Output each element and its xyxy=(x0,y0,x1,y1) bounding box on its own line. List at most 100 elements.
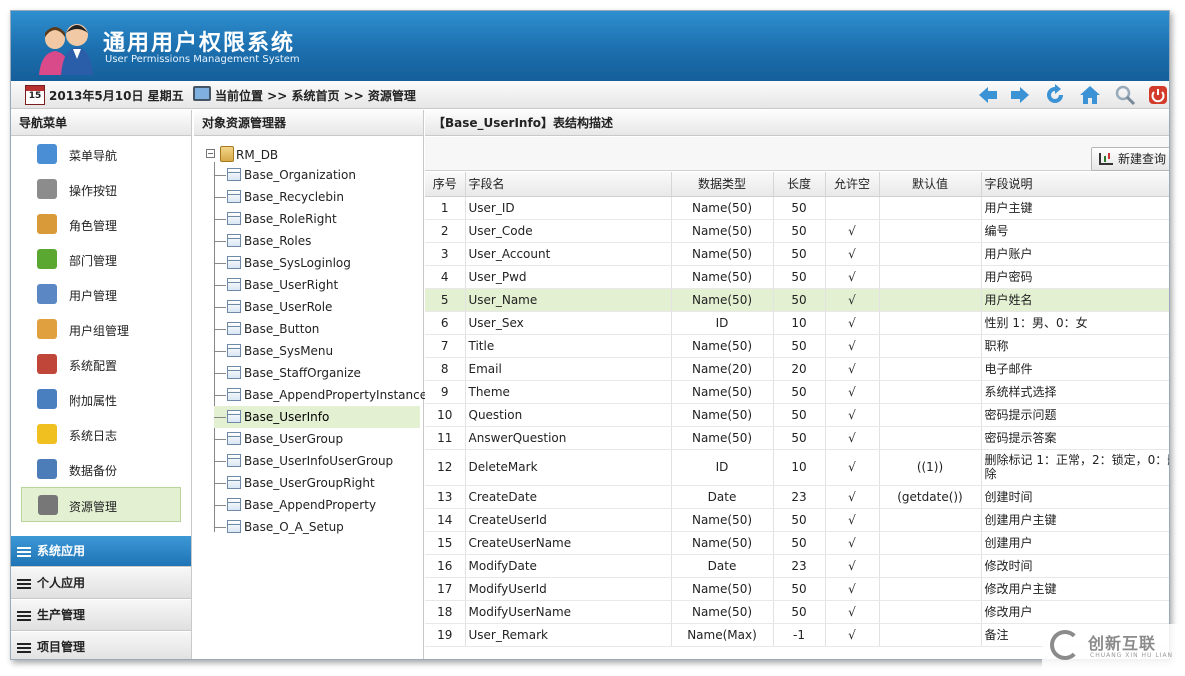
column-header[interactable]: 字段说明 xyxy=(981,172,1169,197)
table-cell: ModifyDate xyxy=(465,554,672,578)
arrow-right-icon[interactable] xyxy=(1009,84,1031,106)
table-cell xyxy=(879,577,982,601)
table-row[interactable]: 3 User_Account Name(50) 50 √ 用户账户 xyxy=(425,242,1169,266)
tree-branch xyxy=(214,439,226,440)
table-row[interactable]: 14 CreateUserId Name(50) 50 √ 创建用户主键 xyxy=(425,508,1169,532)
table-cell: 14 xyxy=(425,508,466,532)
table-cell xyxy=(879,357,982,381)
new-query-button[interactable]: 新建查询 xyxy=(1091,147,1169,171)
nav-item[interactable]: 系统配置 xyxy=(11,347,191,382)
nav-item[interactable]: 资源管理 xyxy=(21,487,181,522)
table-cell: Name(50) xyxy=(671,380,774,404)
tree-item[interactable]: Base_AppendProperty xyxy=(214,494,420,516)
table-cell: 8 xyxy=(425,357,466,381)
table-cell: Name(50) xyxy=(671,288,774,312)
nav-item[interactable]: 附加属性 xyxy=(11,382,191,417)
nav-section[interactable]: 项目管理 xyxy=(11,632,191,659)
nav-item[interactable]: 系统日志 xyxy=(11,417,191,452)
table-row[interactable]: 18 ModifyUserName Name(50) 50 √ 修改用户 xyxy=(425,600,1169,624)
table-cell: Name(50) xyxy=(671,600,774,624)
table-cell: Question xyxy=(465,403,672,427)
table-icon xyxy=(227,168,241,181)
table-row[interactable]: 15 CreateUserName Name(50) 50 √ 创建用户 xyxy=(425,531,1169,555)
table-row[interactable]: 8 Email Name(20) 20 √ 电子邮件 xyxy=(425,357,1169,381)
nav-item[interactable]: 数据备份 xyxy=(11,452,191,487)
collapse-icon[interactable]: − xyxy=(206,149,215,158)
top-toolbar: 15 2013年5月10日 星期五 当前位置 >> 系统首页 >> 资源管理 xyxy=(11,81,1169,109)
table-row[interactable]: 1 User_ID Name(50) 50 用户主键 xyxy=(425,196,1169,220)
table-row[interactable]: 9 Theme Name(50) 50 √ 系统样式选择 xyxy=(425,380,1169,404)
table-row[interactable]: 7 Title Name(50) 50 √ 职称 xyxy=(425,334,1169,358)
tree-item[interactable]: Base_UserRole xyxy=(214,296,420,318)
nav-item[interactable]: 菜单导航 xyxy=(11,137,191,172)
tree-item-label: Base_UserInfo xyxy=(244,410,330,424)
table-row[interactable]: 12 DeleteMark ID 10 √ ((1)) 删除标记 1：正常，2：锁定，0：删… xyxy=(425,449,1169,486)
tree-item[interactable]: Base_UserRight xyxy=(214,274,420,296)
tree-item[interactable]: Base_Recyclebin xyxy=(214,186,420,208)
table-cell: √ xyxy=(825,357,880,381)
tree-item[interactable]: Base_UserGroupRight xyxy=(214,472,420,494)
tree-item[interactable]: Base_AppendPropertyInstance xyxy=(214,384,427,406)
arrow-left-icon[interactable] xyxy=(977,84,999,106)
nav-item[interactable]: 操作按钮 xyxy=(11,172,191,207)
nav-section-label: 系统应用 xyxy=(37,544,86,558)
column-header[interactable]: 长度 xyxy=(773,172,826,197)
column-header[interactable]: 数据类型 xyxy=(671,172,774,197)
table-cell: Title xyxy=(465,334,672,358)
tree-item[interactable]: Base_O_A_Setup xyxy=(214,516,420,538)
nav-item[interactable]: 用户管理 xyxy=(11,277,191,312)
table-cell: 10 xyxy=(425,403,466,427)
nav-panel: 导航菜单 菜单导航 操作按钮 角色管理 部门管理 用户管理 用户组管理 系统配置 附加属性 系统… xyxy=(11,110,192,659)
table-cell: 创建用户 xyxy=(981,531,1169,555)
table-icon xyxy=(227,278,241,291)
table-row[interactable]: 10 Question Name(50) 50 √ 密码提示问题 xyxy=(425,403,1169,427)
tree-item[interactable]: Base_StaffOrganize xyxy=(214,362,420,384)
table-cell: 50 xyxy=(773,242,826,266)
table-cell: 5 xyxy=(425,288,466,312)
tree-item[interactable]: Base_UserInfo xyxy=(214,406,420,428)
refresh-icon[interactable] xyxy=(1044,84,1066,106)
tree-branch xyxy=(214,461,226,462)
tree-item[interactable]: Base_UserInfoUserGroup xyxy=(214,450,420,472)
tree-item[interactable]: Base_SysLoginlog xyxy=(214,252,420,274)
table-row[interactable]: 5 User_Name Name(50) 50 √ 用户姓名 xyxy=(425,288,1169,312)
power-icon[interactable] xyxy=(1147,84,1169,106)
table-row[interactable]: 6 User_Sex ID 10 √ 性别 1：男、0：女 xyxy=(425,311,1169,335)
tree-item[interactable]: Base_Organization xyxy=(214,164,420,186)
nav-item-label: 数据备份 xyxy=(69,464,118,478)
column-header[interactable]: 序号 xyxy=(425,172,466,197)
nav-item[interactable]: 部门管理 xyxy=(11,242,191,277)
table-cell: Name(50) xyxy=(671,196,774,220)
table-row[interactable]: 4 User_Pwd Name(50) 50 √ 用户密码 xyxy=(425,265,1169,289)
column-header[interactable]: 字段名 xyxy=(465,172,672,197)
column-header[interactable]: 默认值 xyxy=(879,172,982,197)
table-body: 1 User_ID Name(50) 50 用户主键 2 User_Code Name(50)… xyxy=(425,196,1169,647)
tree-item[interactable]: Base_Button xyxy=(214,318,420,340)
table-cell xyxy=(879,242,982,266)
table-cell: -1 xyxy=(773,623,826,647)
table-row[interactable]: 16 ModifyDate Date 23 √ 修改时间 xyxy=(425,554,1169,578)
tree-item[interactable]: Base_RoleRight xyxy=(214,208,420,230)
nav-item[interactable]: 用户组管理 xyxy=(11,312,191,347)
tree-item[interactable]: Base_UserGroup xyxy=(214,428,420,450)
table-row[interactable]: 17 ModifyUserId Name(50) 50 √ 修改用户主键 xyxy=(425,577,1169,601)
table-row[interactable]: 13 CreateDate Date 23 √ (getdate()) 创建时间 xyxy=(425,485,1169,509)
tree-item[interactable]: Base_SysMenu xyxy=(214,340,420,362)
structure-table: 序号 字段名 数据类型 长度 允许空 默认值 字段说明 1 User_ID Name(50) 50… xyxy=(425,172,1169,647)
table-cell: √ xyxy=(825,334,880,358)
tree-item[interactable]: Base_Roles xyxy=(214,230,420,252)
search-icon[interactable] xyxy=(1114,84,1136,106)
table-cell: 性别 1：男、0：女 xyxy=(981,311,1169,335)
column-header[interactable]: 允许空 xyxy=(825,172,880,197)
table-row[interactable]: 2 User_Code Name(50) 50 √ 编号 xyxy=(425,219,1169,243)
table-row[interactable]: 11 AnswerQuestion Name(50) 50 √ 密码提示答案 xyxy=(425,426,1169,450)
tree-item-label: Base_UserRole xyxy=(244,300,333,314)
table-cell: 职称 xyxy=(981,334,1169,358)
nav-item[interactable]: 角色管理 xyxy=(11,207,191,242)
home-icon[interactable] xyxy=(1079,84,1101,106)
table-cell: 19 xyxy=(425,623,466,647)
nav-section[interactable]: 个人应用 xyxy=(11,568,191,599)
nav-section[interactable]: 系统应用 xyxy=(11,536,191,567)
nav-section[interactable]: 生产管理 xyxy=(11,600,191,631)
table-cell: 50 xyxy=(773,577,826,601)
